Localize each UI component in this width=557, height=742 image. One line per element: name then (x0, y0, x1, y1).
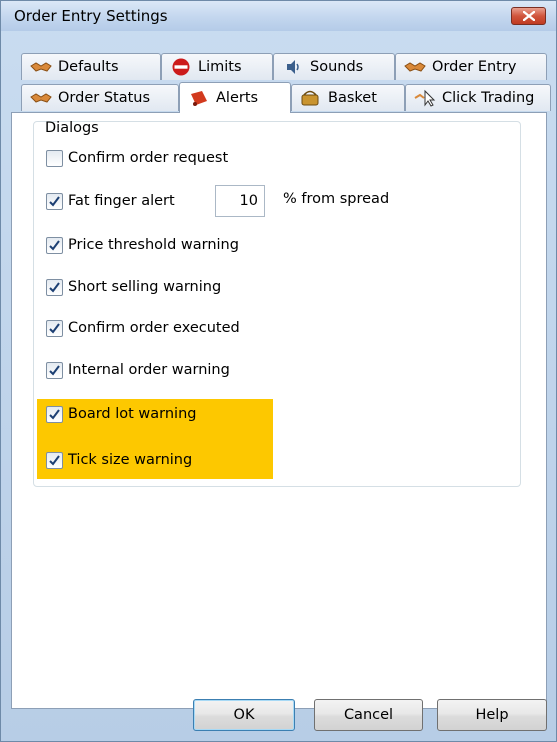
order-entry-settings-window: Order Entry Settings Defaults Limits Sou… (0, 0, 557, 742)
checkbox[interactable] (46, 278, 63, 296)
checkbox[interactable] (46, 192, 63, 210)
checkbox[interactable] (46, 149, 63, 167)
cancel-button[interactable]: Cancel (314, 699, 423, 731)
fat-finger-percent-input[interactable]: 10 (215, 185, 265, 217)
price-threshold-warning-option[interactable]: Price threshold warning (46, 234, 239, 256)
option-label: Fat finger alert (68, 193, 175, 209)
confirm-order-executed-option[interactable]: Confirm order executed (46, 317, 240, 339)
checkbox[interactable] (46, 405, 63, 423)
help-button[interactable]: Help (437, 699, 547, 731)
ok-button[interactable]: OK (193, 699, 295, 731)
option-label: Confirm order request (68, 150, 229, 166)
board-lot-warning-option[interactable]: Board lot warning (46, 403, 196, 425)
tab-alerts[interactable]: Alerts (179, 82, 291, 113)
short-selling-warning-option[interactable]: Short selling warning (46, 276, 221, 298)
option-label: Confirm order executed (68, 320, 240, 336)
checkbox[interactable] (46, 319, 63, 337)
check-icon (49, 364, 60, 376)
tick-size-warning-option[interactable]: Tick size warning (46, 449, 192, 471)
check-icon (49, 195, 60, 207)
fat-finger-suffix: % from spread (283, 191, 390, 207)
dialogs-legend: Dialogs (45, 120, 99, 136)
check-icon (49, 322, 60, 334)
check-icon (49, 454, 60, 466)
checkbox[interactable] (46, 361, 63, 379)
option-label: Tick size warning (68, 452, 193, 468)
dialogs-groupbox (33, 121, 521, 487)
internal-order-warning-option[interactable]: Internal order warning (46, 359, 230, 381)
option-label: Price threshold warning (68, 237, 239, 253)
checkbox[interactable] (46, 236, 63, 254)
checkbox[interactable] (46, 451, 63, 469)
check-icon (49, 408, 60, 420)
bell-icon (188, 89, 210, 107)
check-icon (49, 239, 60, 251)
tab-label: Alerts (216, 90, 259, 106)
option-label: Internal order warning (68, 362, 230, 378)
fat-finger-alert-option[interactable]: Fat finger alert (46, 190, 175, 212)
option-label: Short selling warning (68, 279, 222, 295)
option-label: Board lot warning (68, 406, 197, 422)
check-icon (49, 281, 60, 293)
confirm-order-request-option[interactable]: Confirm order request (46, 147, 228, 169)
